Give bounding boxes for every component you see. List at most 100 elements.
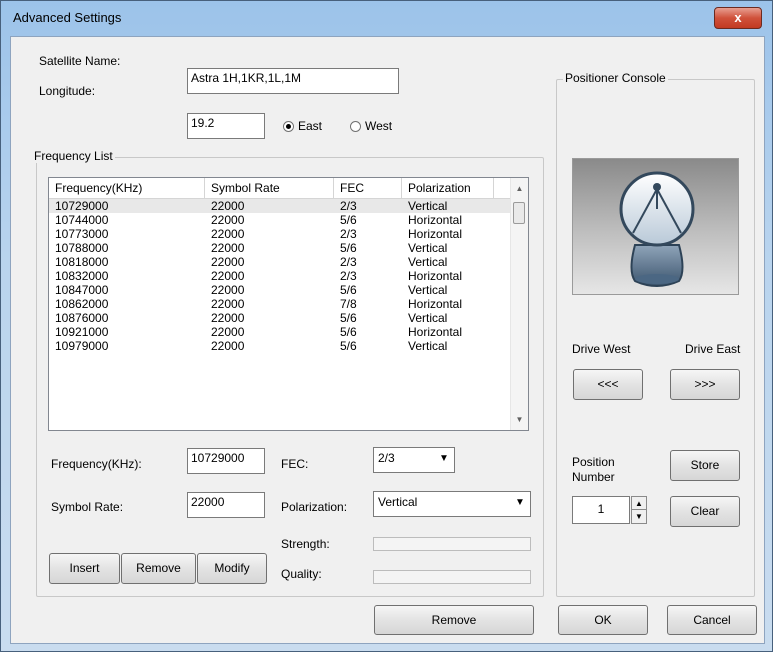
- table-cell: 2/3: [340, 227, 357, 241]
- table-cell: 10876000: [55, 311, 109, 325]
- table-cell: 2/3: [340, 269, 357, 283]
- table-row[interactable]: 10773000 22000 2/3 Horizontal: [49, 227, 511, 241]
- table-row[interactable]: 10979000 22000 5/6 Vertical: [49, 339, 511, 353]
- satellite-name-input[interactable]: Astra 1H,1KR,1L,1M: [187, 68, 399, 94]
- scroll-thumb[interactable]: [513, 202, 525, 224]
- drive-west-label: Drive West: [572, 342, 631, 356]
- spin-up-icon[interactable]: ▲: [632, 497, 646, 510]
- table-row[interactable]: 10832000 22000 2/3 Horizontal: [49, 269, 511, 283]
- table-cell: 22000: [211, 255, 245, 269]
- table-cell: 10744000: [55, 213, 109, 227]
- east-label: East: [298, 119, 323, 133]
- spin-down-icon[interactable]: ▼: [632, 510, 646, 523]
- column-header-frequency[interactable]: Frequency(KHz): [49, 178, 205, 198]
- table-row[interactable]: 10862000 22000 7/8 Horizontal: [49, 297, 511, 311]
- frequency-table-header: Frequency(KHz) Symbol Rate FEC Polarizat…: [49, 178, 511, 199]
- frequency-list-group-label: Frequency List: [32, 149, 115, 163]
- table-row[interactable]: 10876000 22000 5/6 Vertical: [49, 311, 511, 325]
- fec-select[interactable]: 2/3 ▼: [373, 447, 455, 473]
- column-header-polarization[interactable]: Polarization: [402, 178, 494, 198]
- table-cell: Horizontal: [408, 227, 463, 241]
- table-row[interactable]: 10921000 22000 5/6 Horizontal: [49, 325, 511, 339]
- table-cell: 10921000: [55, 325, 109, 339]
- remove-satellite-button[interactable]: Remove: [374, 605, 534, 635]
- scroll-down-icon[interactable]: ▼: [511, 411, 528, 428]
- frequency-table-scrollbar[interactable]: ▲ ▼: [510, 178, 528, 430]
- column-header-fec[interactable]: FEC: [334, 178, 402, 198]
- table-cell: 22000: [211, 227, 245, 241]
- east-radio[interactable]: [283, 121, 294, 132]
- cancel-button[interactable]: Cancel: [667, 605, 757, 635]
- table-cell: 22000: [211, 199, 245, 213]
- table-cell: Vertical: [408, 283, 448, 297]
- table-cell: 22000: [211, 297, 245, 311]
- table-row[interactable]: 10729000 22000 2/3 Vertical: [49, 199, 511, 213]
- table-row[interactable]: 10818000 22000 2/3 Vertical: [49, 255, 511, 269]
- clear-button[interactable]: Clear: [670, 496, 740, 527]
- table-cell: 22000: [211, 311, 245, 325]
- satellite-name-label: Satellite Name:: [39, 54, 121, 68]
- store-button[interactable]: Store: [670, 450, 740, 481]
- scroll-up-icon[interactable]: ▲: [511, 180, 528, 197]
- polarization-value: Vertical: [378, 495, 418, 509]
- table-cell: 5/6: [340, 339, 357, 353]
- remove-entry-button[interactable]: Remove: [121, 553, 196, 584]
- position-spinner[interactable]: ▲ ▼: [631, 496, 647, 524]
- table-cell: 10818000: [55, 255, 109, 269]
- frequency-label: Frequency(KHz):: [51, 457, 142, 471]
- table-cell: Horizontal: [408, 325, 463, 339]
- title-bar[interactable]: Advanced Settings x: [1, 1, 772, 35]
- table-row[interactable]: 10744000 22000 5/6 Horizontal: [49, 213, 511, 227]
- symbol-rate-label: Symbol Rate:: [51, 500, 124, 514]
- table-cell: Horizontal: [408, 269, 463, 283]
- table-cell: Vertical: [408, 311, 448, 325]
- table-cell: Horizontal: [408, 297, 463, 311]
- satellite-name-value: Astra 1H,1KR,1L,1M: [191, 71, 302, 85]
- insert-button[interactable]: Insert: [49, 553, 120, 584]
- longitude-input[interactable]: 19.2: [187, 113, 265, 139]
- position-number-input[interactable]: 1: [572, 496, 630, 524]
- table-cell: 5/6: [340, 241, 357, 255]
- table-cell: 22000: [211, 283, 245, 297]
- table-cell: 10832000: [55, 269, 109, 283]
- table-cell: 10862000: [55, 297, 109, 311]
- advanced-settings-window: Advanced Settings x Satellite Name: Astr…: [0, 0, 773, 652]
- ok-button[interactable]: OK: [558, 605, 648, 635]
- frequency-table[interactable]: Frequency(KHz) Symbol Rate FEC Polarizat…: [48, 177, 529, 431]
- column-header-symbol-rate[interactable]: Symbol Rate: [205, 178, 334, 198]
- table-cell: 22000: [211, 241, 245, 255]
- west-radio[interactable]: [350, 121, 361, 132]
- table-cell: 10788000: [55, 241, 109, 255]
- table-cell: 10773000: [55, 227, 109, 241]
- table-cell: 5/6: [340, 325, 357, 339]
- polarization-select[interactable]: Vertical ▼: [373, 491, 531, 517]
- longitude-label: Longitude:: [39, 84, 96, 98]
- chevron-down-icon[interactable]: ▼: [512, 494, 528, 512]
- table-cell: 2/3: [340, 255, 357, 269]
- position-label: Position: [572, 455, 615, 469]
- symbol-rate-input[interactable]: 22000: [187, 492, 265, 518]
- table-cell: 5/6: [340, 311, 357, 325]
- positioner-console-label: Positioner Console: [563, 71, 668, 85]
- table-row[interactable]: 10847000 22000 5/6 Vertical: [49, 283, 511, 297]
- modify-button[interactable]: Modify: [197, 553, 267, 584]
- west-label: West: [365, 119, 393, 133]
- table-cell: 10979000: [55, 339, 109, 353]
- drive-east-button[interactable]: >>>: [670, 369, 740, 400]
- drive-east-label: Drive East: [685, 342, 741, 356]
- close-button[interactable]: x: [714, 7, 762, 29]
- table-cell: Horizontal: [408, 213, 463, 227]
- table-cell: 22000: [211, 269, 245, 283]
- fec-value: 2/3: [378, 451, 395, 465]
- frequency-input[interactable]: 10729000: [187, 448, 265, 474]
- chevron-down-icon[interactable]: ▼: [436, 450, 452, 468]
- quality-label: Quality:: [281, 567, 322, 581]
- polarization-label: Polarization:: [281, 500, 348, 514]
- table-cell: 5/6: [340, 283, 357, 297]
- table-cell: Vertical: [408, 241, 448, 255]
- dialog-body: Satellite Name: Astra 1H,1KR,1L,1M Longi…: [10, 36, 765, 644]
- table-row[interactable]: 10788000 22000 5/6 Vertical: [49, 241, 511, 255]
- drive-west-button[interactable]: <<<: [573, 369, 643, 400]
- table-cell: Vertical: [408, 339, 448, 353]
- table-cell: 7/8: [340, 297, 357, 311]
